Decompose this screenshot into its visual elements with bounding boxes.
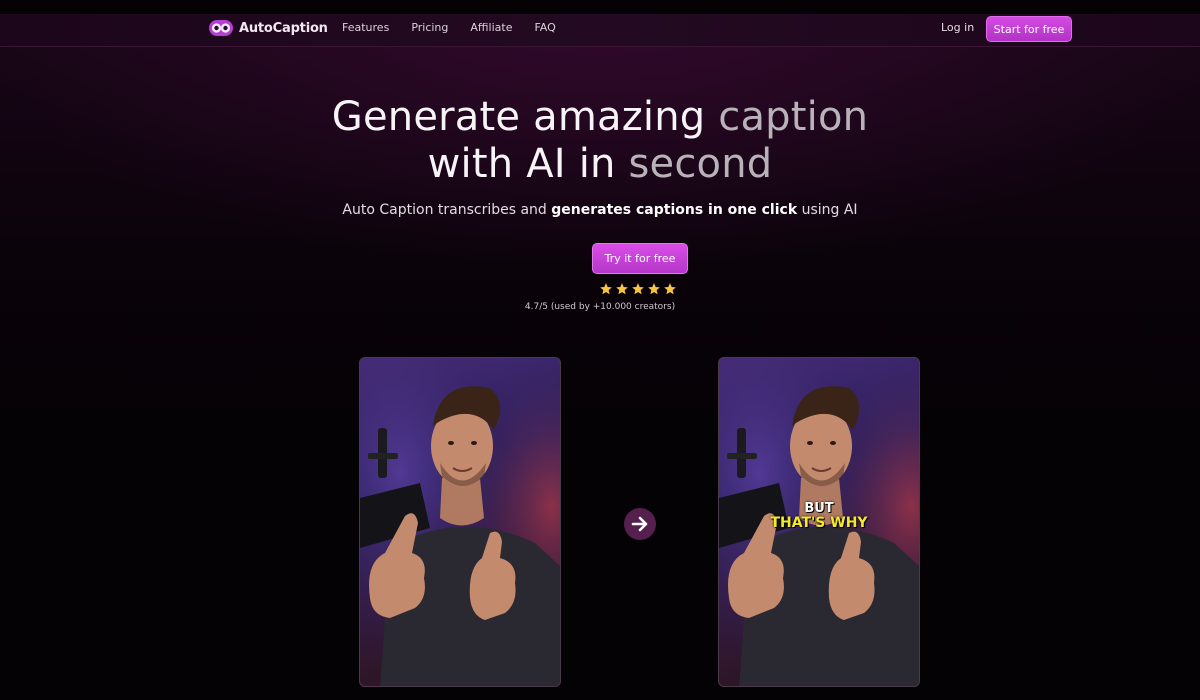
arrow-right-icon: [631, 516, 648, 532]
nav-link-faq[interactable]: FAQ: [534, 21, 555, 34]
nav-link-features[interactable]: Features: [342, 21, 389, 34]
hero-title-line-2: with AI in second: [0, 141, 1200, 188]
login-link[interactable]: Log in: [941, 21, 974, 34]
owl-logo-icon: [209, 20, 233, 36]
creator-photo-before: [360, 358, 560, 686]
star-rating: [599, 282, 679, 296]
caption-line-2: THAT'S WHY: [770, 515, 868, 531]
star-icon: [632, 283, 644, 295]
hero-subtitle: Auto Caption transcribes and generates c…: [0, 202, 1200, 218]
try-it-for-free-button[interactable]: Try it for free: [592, 243, 688, 274]
star-icon: [664, 283, 676, 295]
nav-link-pricing[interactable]: Pricing: [411, 21, 448, 34]
hero-subtitle-bold: generates captions in one click: [551, 202, 798, 218]
caption-line-1: BUT: [804, 501, 834, 516]
brand-logo[interactable]: AutoCaption: [208, 18, 328, 38]
hero-title-line-2-dim: second: [628, 141, 773, 187]
generated-caption: BUT THAT'S WHY: [719, 501, 919, 531]
hero-title: Generate amazing caption with AI in seco…: [0, 94, 1200, 188]
star-icon: [616, 283, 628, 295]
brand-name: AutoCaption: [239, 20, 328, 36]
star-icon: [648, 283, 660, 295]
hero-title-line-1: Generate amazing caption: [0, 94, 1200, 141]
video-preview-after: BUT THAT'S WHY: [718, 357, 920, 687]
rating-text: 4.7/5 (used by +10.000 creators): [524, 302, 676, 312]
video-preview-before: [359, 357, 561, 687]
start-for-free-button[interactable]: Start for free: [986, 16, 1072, 42]
nav-link-affiliate[interactable]: Affiliate: [470, 21, 512, 34]
arrow-right-button[interactable]: [624, 508, 656, 540]
hero-title-line-1-dim: caption: [718, 94, 869, 140]
hero-subtitle-pre: Auto Caption transcribes and: [342, 202, 552, 218]
hero-title-line-1-bright: Generate amazing: [331, 94, 719, 140]
hero-title-line-2-bright: with AI in: [427, 141, 629, 187]
top-strip: [0, 0, 1200, 14]
star-icon: [600, 283, 612, 295]
hero-subtitle-post: using AI: [797, 202, 858, 218]
top-navbar: AutoCaption Features Pricing Affiliate F…: [0, 14, 1200, 47]
nav-links: Features Pricing Affiliate FAQ: [342, 21, 578, 34]
